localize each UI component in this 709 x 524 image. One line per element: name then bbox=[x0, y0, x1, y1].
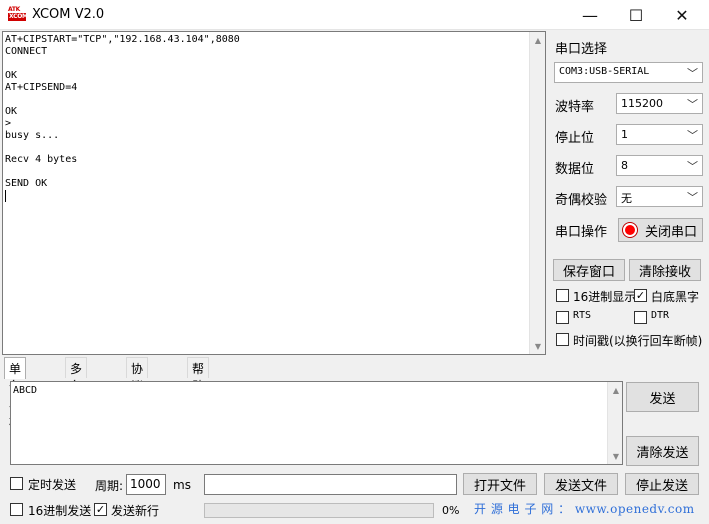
receive-line: SEND OK bbox=[5, 178, 48, 189]
rts-label: RTS bbox=[573, 310, 592, 321]
send-scrollbar[interactable]: ▲ ▼ bbox=[607, 382, 622, 464]
tab-single-send[interactable]: 单条发送 bbox=[4, 357, 27, 427]
clear-send-button[interactable]: 清除发送 bbox=[626, 436, 699, 466]
chevron-down-icon: ﹀ bbox=[687, 191, 698, 204]
logo-bottom-text: XCOM bbox=[8, 13, 28, 21]
period-label: 周期: bbox=[95, 479, 124, 493]
scroll-down-icon[interactable]: ▼ bbox=[608, 448, 624, 464]
maximize-button[interactable]: ☐ bbox=[613, 0, 659, 30]
receive-textarea[interactable]: AT+CIPSTART="TCP","192.168.43.104",8080 C… bbox=[2, 31, 546, 355]
title-bar: ATK XCOM XCOM V2.0 — ☐ ✕ bbox=[0, 0, 709, 30]
close-port-label: 关闭串口 bbox=[645, 224, 698, 240]
port-status-led-icon bbox=[623, 223, 637, 237]
period-input[interactable]: 1000 bbox=[126, 474, 166, 495]
scroll-up-icon[interactable]: ▲ bbox=[530, 32, 546, 48]
parity-label: 奇偶校验 bbox=[555, 193, 608, 208]
baud-rate-value: 115200 bbox=[621, 97, 663, 110]
period-unit: ms bbox=[173, 478, 191, 492]
save-window-button[interactable]: 保存窗口 bbox=[553, 259, 625, 281]
receive-line: OK bbox=[5, 106, 18, 117]
port-select-value: COM3:USB-SERIAL bbox=[559, 66, 650, 77]
send-newline-checkbox[interactable]: ✓ bbox=[94, 503, 107, 516]
send-text: ABCD bbox=[13, 385, 38, 396]
hex-send-checkbox[interactable] bbox=[10, 503, 23, 516]
stop-bits-value: 1 bbox=[621, 128, 628, 141]
open-file-button[interactable]: 打开文件 bbox=[463, 473, 537, 495]
scroll-down-icon[interactable]: ▼ bbox=[530, 338, 546, 354]
data-bits-value: 8 bbox=[621, 159, 628, 172]
data-bits-label: 数据位 bbox=[555, 162, 595, 177]
logo-top-text: ATK bbox=[8, 6, 21, 13]
dtr-label: DTR bbox=[651, 310, 670, 321]
white-bg-label: 白底黑字 bbox=[651, 290, 700, 304]
hex-send-label: 16进制发送 bbox=[28, 504, 92, 518]
dtr-checkbox[interactable] bbox=[634, 311, 647, 324]
port-operation-label: 串口操作 bbox=[555, 225, 608, 240]
timed-send-label: 定时发送 bbox=[28, 478, 77, 492]
receive-line bbox=[5, 142, 525, 154]
chevron-down-icon: ﹀ bbox=[687, 67, 698, 80]
hex-display-checkbox[interactable] bbox=[556, 289, 569, 302]
receive-line: > bbox=[5, 118, 12, 129]
close-window-button[interactable]: ✕ bbox=[659, 0, 705, 30]
stop-bits-label: 停止位 bbox=[555, 131, 595, 146]
tab-multi-send[interactable]: 多条发送 bbox=[65, 357, 88, 427]
stop-bits-select[interactable]: 1 ﹀ bbox=[616, 124, 703, 145]
stop-send-button[interactable]: 停止发送 bbox=[625, 473, 699, 495]
file-path-input[interactable] bbox=[204, 474, 457, 495]
watermark-text: 开 源 电 子 网 ： www.openedv.com bbox=[474, 502, 695, 516]
receive-line: OK bbox=[5, 70, 18, 81]
progress-percent: 0% bbox=[442, 504, 460, 517]
parity-select[interactable]: 无 ﹀ bbox=[616, 186, 703, 207]
receive-scrollbar[interactable]: ▲ ▼ bbox=[529, 32, 545, 354]
minimize-button[interactable]: — bbox=[567, 0, 613, 30]
window-title: XCOM V2.0 bbox=[32, 7, 105, 22]
send-button[interactable]: 发送 bbox=[626, 382, 699, 412]
scroll-up-icon[interactable]: ▲ bbox=[608, 382, 624, 398]
clear-receive-button[interactable]: 清除接收 bbox=[629, 259, 701, 281]
timestamp-label: 时间戳(以换行回车断帧) bbox=[573, 334, 703, 348]
white-bg-checkbox[interactable]: ✓ bbox=[634, 289, 647, 302]
baud-rate-select[interactable]: 115200 ﹀ bbox=[616, 93, 703, 114]
chevron-down-icon: ﹀ bbox=[687, 160, 698, 173]
receive-text: AT+CIPSTART="TCP","192.168.43.104",8080 C… bbox=[5, 34, 525, 202]
receive-line: busy s... bbox=[5, 130, 60, 141]
receive-line bbox=[5, 166, 525, 178]
tab-help[interactable]: 帮助 bbox=[187, 357, 210, 393]
timed-send-checkbox[interactable] bbox=[10, 477, 23, 490]
hex-display-label: 16进制显示 bbox=[573, 290, 637, 304]
data-bits-select[interactable]: 8 ﹀ bbox=[616, 155, 703, 176]
send-progress-bar bbox=[204, 503, 434, 518]
receive-line: CONNECT bbox=[5, 46, 48, 57]
tab-protocol-transfer[interactable]: 协议传输 bbox=[126, 357, 149, 427]
send-textarea[interactable]: ABCD ▲ ▼ bbox=[10, 381, 623, 465]
app-logo-icon: ATK XCOM bbox=[8, 6, 28, 22]
baud-rate-label: 波特率 bbox=[555, 100, 595, 115]
parity-value: 无 bbox=[621, 192, 632, 205]
rts-checkbox[interactable] bbox=[556, 311, 569, 324]
timestamp-checkbox[interactable] bbox=[556, 333, 569, 346]
send-newline-label: 发送新行 bbox=[111, 504, 160, 518]
receive-line: AT+CIPSTART="TCP","192.168.43.104",8080 bbox=[5, 34, 240, 45]
receive-line bbox=[5, 94, 525, 106]
receive-line: AT+CIPSEND=4 bbox=[5, 82, 78, 93]
port-select-label: 串口选择 bbox=[555, 42, 608, 57]
text-cursor bbox=[5, 190, 6, 202]
receive-line: Recv 4 bytes bbox=[5, 154, 78, 165]
chevron-down-icon: ﹀ bbox=[687, 129, 698, 142]
chevron-down-icon: ﹀ bbox=[687, 98, 698, 111]
close-port-button[interactable]: 关闭串口 bbox=[618, 218, 703, 242]
receive-line bbox=[5, 58, 525, 70]
port-select[interactable]: COM3:USB-SERIAL ﹀ bbox=[554, 62, 703, 83]
send-file-button[interactable]: 发送文件 bbox=[544, 473, 618, 495]
